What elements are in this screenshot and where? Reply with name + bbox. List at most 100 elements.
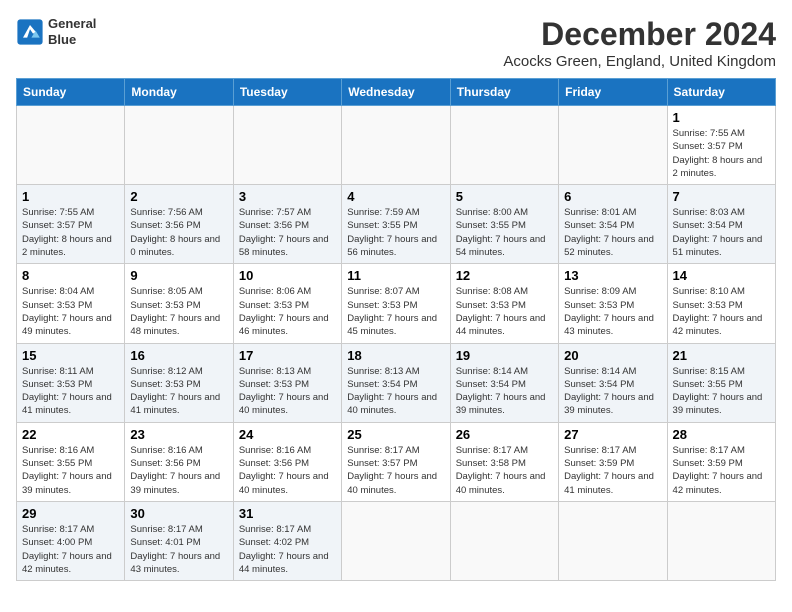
day-number: 6 — [564, 189, 661, 204]
day-number: 29 — [22, 506, 119, 521]
sunset-text: Sunset: 3:53 PM — [130, 299, 227, 312]
sunset-text: Sunset: 3:55 PM — [673, 378, 770, 391]
sunset-text: Sunset: 3:56 PM — [130, 457, 227, 470]
day-info: Sunrise: 8:13 AM Sunset: 3:54 PM Dayligh… — [347, 365, 444, 418]
sunset-text: Sunset: 3:56 PM — [239, 219, 336, 232]
calendar-day-cell: 15 Sunrise: 8:11 AM Sunset: 3:53 PM Dayl… — [17, 343, 125, 422]
daylight-text: Daylight: 7 hours and 39 minutes. — [130, 470, 227, 497]
daylight-text: Daylight: 7 hours and 54 minutes. — [456, 233, 553, 260]
sunset-text: Sunset: 3:59 PM — [673, 457, 770, 470]
sunrise-text: Sunrise: 8:17 AM — [239, 523, 336, 536]
calendar-week-row: 15 Sunrise: 8:11 AM Sunset: 3:53 PM Dayl… — [17, 343, 776, 422]
day-number: 22 — [22, 427, 119, 442]
day-number: 12 — [456, 268, 553, 283]
day-info: Sunrise: 7:55 AM Sunset: 3:57 PM Dayligh… — [673, 127, 770, 180]
daylight-text: Daylight: 7 hours and 39 minutes. — [564, 391, 661, 418]
sunrise-text: Sunrise: 8:14 AM — [564, 365, 661, 378]
calendar-day-cell: 22 Sunrise: 8:16 AM Sunset: 3:55 PM Dayl… — [17, 422, 125, 501]
daylight-text: Daylight: 7 hours and 56 minutes. — [347, 233, 444, 260]
sunset-text: Sunset: 3:58 PM — [456, 457, 553, 470]
day-info: Sunrise: 7:59 AM Sunset: 3:55 PM Dayligh… — [347, 206, 444, 259]
subtitle: Acocks Green, England, United Kingdom — [503, 53, 776, 70]
sunrise-text: Sunrise: 7:55 AM — [673, 127, 770, 140]
day-info: Sunrise: 8:08 AM Sunset: 3:53 PM Dayligh… — [456, 285, 553, 338]
day-info: Sunrise: 8:03 AM Sunset: 3:54 PM Dayligh… — [673, 206, 770, 259]
calendar-day-cell — [342, 106, 450, 185]
daylight-text: Daylight: 7 hours and 49 minutes. — [22, 312, 119, 339]
daylight-text: Daylight: 7 hours and 43 minutes. — [130, 550, 227, 577]
day-info: Sunrise: 8:14 AM Sunset: 3:54 PM Dayligh… — [456, 365, 553, 418]
day-number: 13 — [564, 268, 661, 283]
sunrise-text: Sunrise: 8:05 AM — [130, 285, 227, 298]
sunrise-text: Sunrise: 8:10 AM — [673, 285, 770, 298]
day-number: 5 — [456, 189, 553, 204]
sunset-text: Sunset: 3:54 PM — [456, 378, 553, 391]
title-block: December 2024 Acocks Green, England, Uni… — [503, 16, 776, 70]
sunset-text: Sunset: 3:53 PM — [456, 299, 553, 312]
sunset-text: Sunset: 3:57 PM — [673, 140, 770, 153]
sunrise-text: Sunrise: 7:57 AM — [239, 206, 336, 219]
calendar-day-cell: 7 Sunrise: 8:03 AM Sunset: 3:54 PM Dayli… — [667, 185, 775, 264]
sunrise-text: Sunrise: 8:12 AM — [130, 365, 227, 378]
calendar-day-cell: 5 Sunrise: 8:00 AM Sunset: 3:55 PM Dayli… — [450, 185, 558, 264]
day-info: Sunrise: 8:12 AM Sunset: 3:53 PM Dayligh… — [130, 365, 227, 418]
day-info: Sunrise: 7:55 AM Sunset: 3:57 PM Dayligh… — [22, 206, 119, 259]
day-number: 26 — [456, 427, 553, 442]
sunset-text: Sunset: 3:53 PM — [347, 299, 444, 312]
calendar-day-cell: 1 Sunrise: 7:55 AM Sunset: 3:57 PM Dayli… — [17, 185, 125, 264]
day-info: Sunrise: 8:17 AM Sunset: 4:00 PM Dayligh… — [22, 523, 119, 576]
sunset-text: Sunset: 3:53 PM — [239, 378, 336, 391]
daylight-text: Daylight: 7 hours and 46 minutes. — [239, 312, 336, 339]
day-info: Sunrise: 8:07 AM Sunset: 3:53 PM Dayligh… — [347, 285, 444, 338]
sunrise-text: Sunrise: 7:59 AM — [347, 206, 444, 219]
sunrise-text: Sunrise: 7:55 AM — [22, 206, 119, 219]
day-info: Sunrise: 8:04 AM Sunset: 3:53 PM Dayligh… — [22, 285, 119, 338]
calendar-day-cell: 31 Sunrise: 8:17 AM Sunset: 4:02 PM Dayl… — [233, 501, 341, 580]
daylight-text: Daylight: 7 hours and 39 minutes. — [22, 470, 119, 497]
calendar-day-cell: 28 Sunrise: 8:17 AM Sunset: 3:59 PM Dayl… — [667, 422, 775, 501]
day-number: 27 — [564, 427, 661, 442]
day-number: 31 — [239, 506, 336, 521]
day-info: Sunrise: 7:57 AM Sunset: 3:56 PM Dayligh… — [239, 206, 336, 259]
sunrise-text: Sunrise: 8:17 AM — [456, 444, 553, 457]
sunrise-text: Sunrise: 8:01 AM — [564, 206, 661, 219]
day-info: Sunrise: 8:17 AM Sunset: 3:59 PM Dayligh… — [673, 444, 770, 497]
sunrise-text: Sunrise: 8:11 AM — [22, 365, 119, 378]
day-number: 25 — [347, 427, 444, 442]
day-info: Sunrise: 8:17 AM Sunset: 3:57 PM Dayligh… — [347, 444, 444, 497]
day-number: 23 — [130, 427, 227, 442]
day-number: 10 — [239, 268, 336, 283]
sunrise-text: Sunrise: 8:16 AM — [22, 444, 119, 457]
daylight-text: Daylight: 7 hours and 45 minutes. — [347, 312, 444, 339]
sunset-text: Sunset: 3:53 PM — [22, 299, 119, 312]
day-info: Sunrise: 7:56 AM Sunset: 3:56 PM Dayligh… — [130, 206, 227, 259]
day-info: Sunrise: 8:16 AM Sunset: 3:56 PM Dayligh… — [239, 444, 336, 497]
daylight-text: Daylight: 7 hours and 43 minutes. — [564, 312, 661, 339]
daylight-text: Daylight: 7 hours and 42 minutes. — [673, 470, 770, 497]
day-number: 19 — [456, 348, 553, 363]
sunrise-text: Sunrise: 7:56 AM — [130, 206, 227, 219]
sunrise-text: Sunrise: 8:09 AM — [564, 285, 661, 298]
calendar-day-cell: 4 Sunrise: 7:59 AM Sunset: 3:55 PM Dayli… — [342, 185, 450, 264]
calendar-day-cell: 9 Sunrise: 8:05 AM Sunset: 3:53 PM Dayli… — [125, 264, 233, 343]
calendar-day-cell: 2 Sunrise: 7:56 AM Sunset: 3:56 PM Dayli… — [125, 185, 233, 264]
sunrise-text: Sunrise: 8:16 AM — [130, 444, 227, 457]
page-header: General Blue December 2024 Acocks Green,… — [16, 16, 776, 70]
calendar-day-cell: 25 Sunrise: 8:17 AM Sunset: 3:57 PM Dayl… — [342, 422, 450, 501]
sunrise-text: Sunrise: 8:07 AM — [347, 285, 444, 298]
day-number: 14 — [673, 268, 770, 283]
calendar-week-row: 1 Sunrise: 7:55 AM Sunset: 3:57 PM Dayli… — [17, 185, 776, 264]
day-info: Sunrise: 8:11 AM Sunset: 3:53 PM Dayligh… — [22, 365, 119, 418]
calendar-day-cell: 18 Sunrise: 8:13 AM Sunset: 3:54 PM Dayl… — [342, 343, 450, 422]
calendar-day-cell: 1 Sunrise: 7:55 AM Sunset: 3:57 PM Dayli… — [667, 106, 775, 185]
sunrise-text: Sunrise: 8:17 AM — [347, 444, 444, 457]
day-number: 4 — [347, 189, 444, 204]
sunset-text: Sunset: 3:53 PM — [22, 378, 119, 391]
sunrise-text: Sunrise: 8:17 AM — [130, 523, 227, 536]
day-info: Sunrise: 8:10 AM Sunset: 3:53 PM Dayligh… — [673, 285, 770, 338]
day-number: 16 — [130, 348, 227, 363]
daylight-text: Daylight: 8 hours and 2 minutes. — [22, 233, 119, 260]
daylight-text: Daylight: 7 hours and 44 minutes. — [239, 550, 336, 577]
sunset-text: Sunset: 4:00 PM — [22, 536, 119, 549]
sunrise-text: Sunrise: 8:06 AM — [239, 285, 336, 298]
